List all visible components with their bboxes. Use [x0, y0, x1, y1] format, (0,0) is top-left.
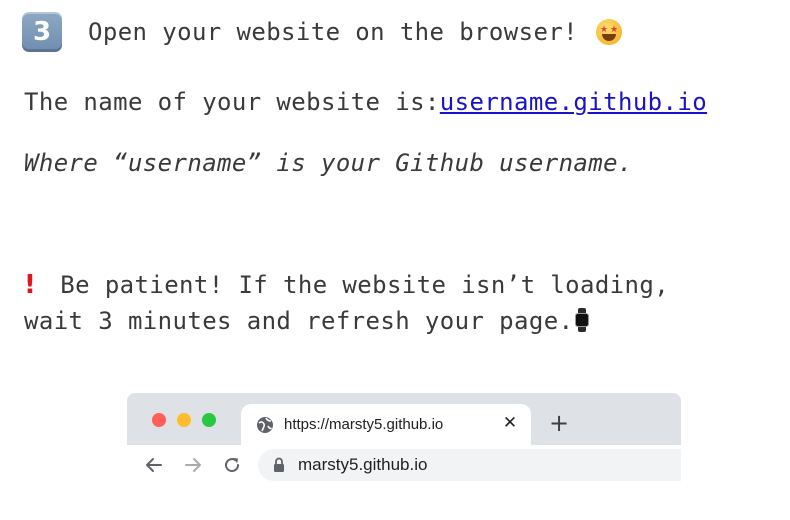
website-name-prefix: The name of your website is: — [24, 88, 440, 116]
browser-window-screenshot: https://marsty5.github.io ✕ + marsty5.gi… — [127, 393, 681, 485]
tab-close-icon[interactable]: ✕ — [501, 414, 519, 432]
window-minimize-button[interactable] — [177, 413, 191, 427]
warning-text-1: Be patient! If the website isn’t loading… — [60, 271, 670, 299]
website-name-line: The name of your website is:username.git… — [24, 88, 707, 116]
step-number: 3 — [32, 17, 52, 47]
warning-text-2: wait 3 minutes and refresh your page. — [24, 307, 574, 335]
globe-icon — [257, 416, 273, 433]
watch-emoji-icon — [575, 308, 590, 332]
tab-title: https://marsty5.github.io — [284, 416, 444, 433]
browser-tab[interactable]: https://marsty5.github.io ✕ — [241, 404, 531, 445]
address-bar[interactable]: marsty5.github.io — [258, 449, 681, 481]
step-heading: 3 Open your website on the browser! ★ ★ — [22, 10, 623, 54]
window-close-button[interactable] — [152, 413, 166, 427]
lock-icon — [274, 457, 284, 472]
reload-icon[interactable] — [222, 455, 242, 475]
star-struck-emoji-icon: ★ ★ — [596, 19, 623, 45]
keycap-number-icon: 3 — [22, 12, 62, 52]
new-tab-button[interactable]: + — [548, 411, 570, 435]
address-url: marsty5.github.io — [298, 455, 428, 474]
back-arrow-icon[interactable] — [144, 455, 164, 475]
website-link[interactable]: username.github.io — [440, 88, 707, 116]
browser-tab-strip: https://marsty5.github.io ✕ + — [127, 393, 681, 445]
browser-toolbar: marsty5.github.io — [127, 445, 681, 485]
forward-arrow-icon[interactable] — [183, 455, 203, 475]
warning-line-1: ! Be patient! If the website isn’t loadin… — [24, 270, 669, 300]
exclamation-icon: ! — [24, 270, 37, 300]
warning-line-2: wait 3 minutes and refresh your page. — [24, 307, 590, 335]
window-maximize-button[interactable] — [202, 413, 216, 427]
step-text: Open your website on the browser! — [88, 18, 579, 46]
username-note: Where “username” is your Github username… — [24, 149, 633, 177]
